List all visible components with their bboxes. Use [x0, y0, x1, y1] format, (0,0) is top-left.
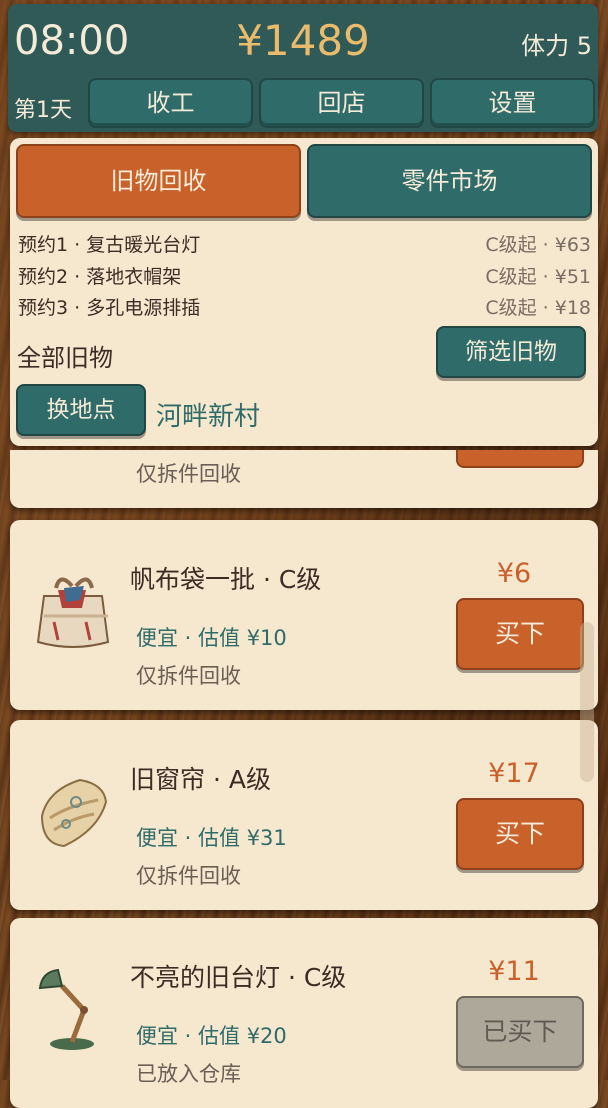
- buy-button[interactable]: 买下: [456, 798, 584, 870]
- all-items-label: 全部旧物: [17, 344, 113, 372]
- reservation-price: C级起 · ¥63: [485, 234, 591, 256]
- reservation-item: 预约1 · 复古暖光台灯: [18, 234, 201, 256]
- scrollbar[interactable]: [580, 622, 594, 782]
- reservation-item: 预约2 · 落地衣帽架: [18, 266, 182, 288]
- bought-button[interactable]: 已买下: [456, 996, 584, 1068]
- item-price: ¥17: [488, 758, 540, 789]
- back-to-shop-button[interactable]: 回店: [259, 78, 424, 128]
- switch-location-button[interactable]: 换地点: [16, 384, 146, 436]
- list-item: 仅拆件回收: [10, 450, 598, 508]
- money-counter: ¥1489: [236, 16, 370, 65]
- canvas-bag-icon: [36, 577, 110, 648]
- reservation-item: 预约3 · 多孔电源排插: [18, 297, 201, 319]
- item-value: 便宜 · 估值 ¥31: [136, 826, 287, 850]
- item-name: 不亮的旧台灯 · C级: [130, 963, 347, 992]
- location-name: 河畔新村: [156, 402, 261, 432]
- item-value: 便宜 · 估值 ¥20: [136, 1024, 287, 1048]
- tab-parts-market[interactable]: 零件市场: [307, 144, 592, 218]
- tab-recycle[interactable]: 旧物回收: [16, 144, 301, 218]
- list-item: 帆布袋一批 · C级 便宜 · 估值 ¥10 仅拆件回收 ¥6 买下: [10, 520, 598, 710]
- item-price: ¥11: [488, 956, 540, 987]
- reservation-price: C级起 · ¥18: [485, 297, 591, 319]
- curtain-icon: [40, 778, 108, 848]
- item-note: 仅拆件回收: [136, 462, 241, 486]
- stamina-counter: 体力 5: [521, 32, 592, 60]
- list-item: 旧窗帘 · A级 便宜 · 估值 ¥31 仅拆件回收 ¥17 买下: [10, 720, 598, 910]
- desk-lamp-icon: [38, 968, 94, 1050]
- day-counter: 第1天: [14, 98, 72, 123]
- buy-button[interactable]: 买下: [456, 598, 584, 670]
- filter-items-button[interactable]: 筛选旧物: [436, 326, 586, 378]
- settings-button[interactable]: 设置: [430, 78, 595, 128]
- item-price: ¥6: [496, 558, 532, 589]
- item-note: 已放入仓库: [136, 1062, 241, 1086]
- status-bar: 08:00 ¥1489 体力 5 第1天 收工 回店 设置: [8, 4, 598, 132]
- item-value: 便宜 · 估值 ¥10: [136, 626, 287, 650]
- item-name: 帆布袋一批 · C级: [130, 565, 322, 594]
- item-note: 仅拆件回收: [136, 664, 241, 688]
- item-note: 仅拆件回收: [136, 864, 241, 888]
- reservation-price: C级起 · ¥51: [485, 266, 591, 288]
- finish-work-button[interactable]: 收工: [88, 78, 253, 128]
- buy-button[interactable]: [456, 450, 584, 468]
- market-panel: 旧物回收 零件市场 预约1 · 复古暖光台灯 C级起 · ¥63 预约2 · 落…: [10, 138, 598, 446]
- item-name: 旧窗帘 · A级: [130, 765, 271, 794]
